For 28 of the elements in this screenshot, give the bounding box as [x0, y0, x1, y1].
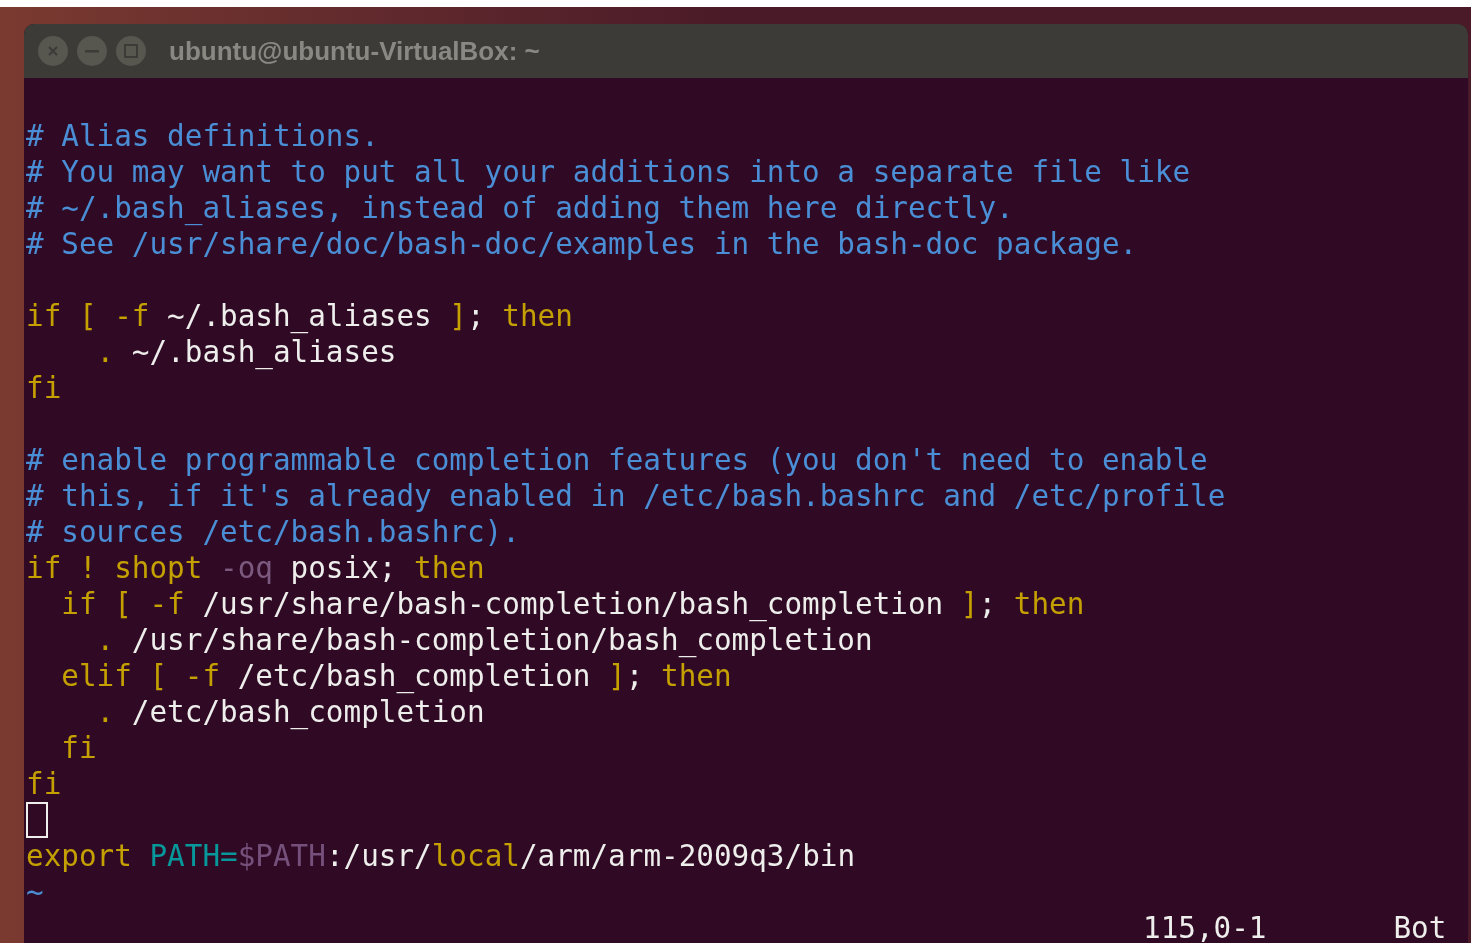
empty-line-marker: ~ — [26, 874, 44, 910]
scroll-position: Bot — [1393, 910, 1447, 943]
code-line: export PATH=$PATH:/usr/local/arm/arm-2009q3/bin — [26, 838, 856, 874]
code-line: # Alias definitions. — [26, 118, 379, 154]
code-line: if [ -f /usr/share/bash-completion/bash_completion ]; then — [60, 586, 1085, 622]
window-title: ubuntu@ubuntu-VirtualBox: ~ — [169, 34, 540, 68]
code-line: elif [ -f /etc/bash_completion ]; then — [60, 658, 732, 694]
code-line: . ~/.bash_aliases — [95, 334, 397, 370]
code-line: # ~/.bash_aliases, instead of adding them here directly. — [26, 190, 1014, 226]
maximize-icon — [124, 44, 138, 58]
cursor-position: 115,0-1 — [1143, 910, 1267, 943]
code-line: if [ -f ~/.bash_aliases ]; then — [26, 298, 573, 334]
code-line: fi — [60, 730, 97, 766]
code-line: fi — [26, 766, 62, 802]
code-line: # See /usr/share/doc/bash-doc/examples in the bash-doc package. — [26, 226, 1138, 262]
code-line: fi — [26, 370, 62, 406]
code-line: . /usr/share/bash-completion/bash_completion — [95, 622, 873, 658]
code-line: . /etc/bash_completion — [95, 694, 485, 730]
code-line: # sources /etc/bash.bashrc). — [26, 514, 520, 550]
code-line: if ! shopt -oq posix; then — [26, 550, 485, 586]
code-line: # enable programmable completion features (you don't need to enable — [26, 442, 1208, 478]
text-cursor — [26, 802, 48, 838]
code-line: # You may want to put all your additions into a separate file like — [26, 154, 1191, 190]
minimize-button[interactable] — [77, 36, 107, 66]
close-icon — [47, 45, 59, 57]
maximize-button[interactable] — [116, 36, 146, 66]
close-button[interactable] — [38, 36, 68, 66]
code-line: # this, if it's already enabled in /etc/bash.bashrc and /etc/profile — [26, 478, 1226, 514]
